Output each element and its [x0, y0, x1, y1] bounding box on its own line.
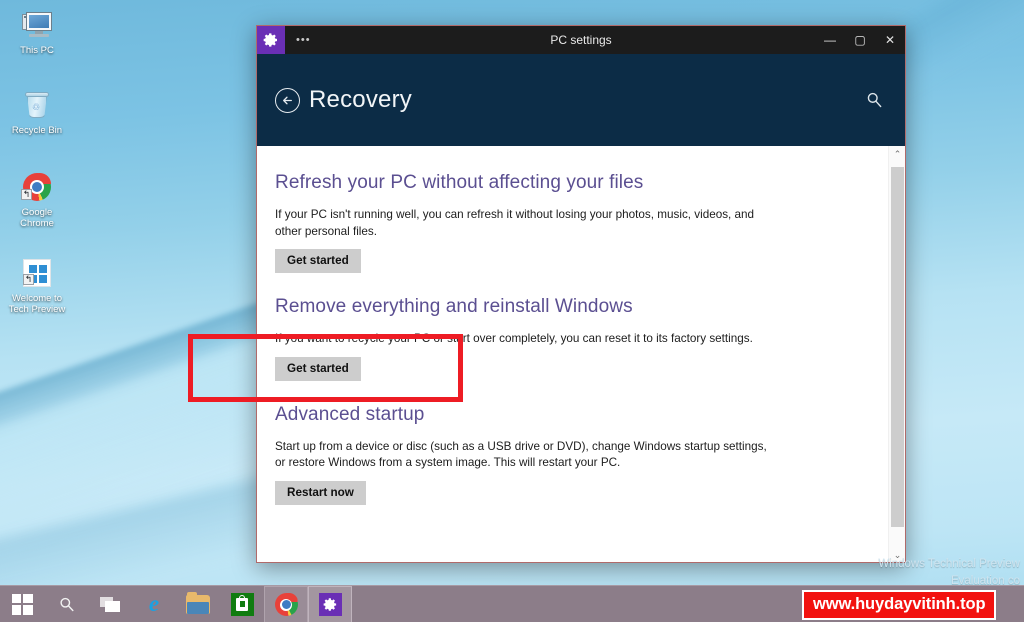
taskbar-pc-settings[interactable]	[308, 586, 352, 622]
section-heading: Advanced startup	[275, 403, 425, 425]
close-button[interactable]: ✕	[875, 26, 905, 54]
taskbar-file-explorer[interactable]	[176, 586, 220, 622]
window-controls[interactable]: — ▢ ✕	[815, 26, 905, 54]
section-description: If you want to recycle your PC or start …	[275, 332, 753, 345]
desktop-icon-label: Google Chrome	[20, 207, 54, 229]
window-title-bar[interactable]: ••• PC settings — ▢ ✕	[257, 26, 905, 54]
section-remove-everything: Remove everything and reinstall Windows …	[275, 296, 888, 381]
windows-start-icon	[11, 593, 33, 615]
task-view-button[interactable]	[88, 586, 132, 622]
desktop-icon-google-chrome[interactable]: ↰ Google Chrome	[4, 170, 70, 229]
scroll-up-icon[interactable]: ⌃	[889, 146, 905, 163]
content-scrollbar[interactable]: ⌃ ⌄	[888, 146, 905, 562]
search-icon	[59, 597, 74, 611]
recovery-options-list: Refresh your PC without affecting your f…	[257, 146, 888, 562]
maximize-button[interactable]: ▢	[845, 26, 875, 54]
computer-icon	[4, 8, 70, 42]
folder-icon	[186, 591, 210, 614]
app-header: Recovery	[257, 54, 905, 146]
store-bag-icon	[230, 592, 254, 616]
reset-get-started-button[interactable]: Get started	[275, 356, 361, 381]
shortcut-arrow-icon: ↰	[23, 274, 34, 285]
taskbar-store[interactable]	[220, 586, 264, 622]
watermark-line-1: Windows Technical Preview	[878, 558, 1020, 570]
back-arrow-icon[interactable]	[275, 87, 300, 113]
settings-body: Refresh your PC without affecting your f…	[257, 146, 905, 562]
refresh-get-started-button[interactable]: Get started	[275, 249, 361, 273]
chrome-icon: ↰	[4, 170, 70, 204]
page-title: Recovery	[309, 86, 412, 113]
pc-settings-window[interactable]: ••• PC settings — ▢ ✕ Recovery Refresh y…	[256, 25, 906, 563]
restart-now-button[interactable]: Restart now	[275, 480, 366, 505]
windows-flag-icon: ↰	[4, 256, 70, 290]
recycle-bin-icon: ♲	[4, 88, 70, 122]
desktop-icon-label: Recycle Bin	[11, 125, 63, 136]
desktop-icon-this-pc[interactable]: This PC	[4, 8, 70, 56]
section-description: If your PC isn't running well, you can r…	[275, 208, 755, 238]
window-menu-dots[interactable]: •••	[296, 35, 311, 46]
section-heading: Remove everything and reinstall Windows	[275, 296, 633, 317]
site-watermark-banner: www.huydayvitinh.top	[802, 590, 997, 620]
desktop-icon-label: Welcome to Tech Preview	[8, 293, 66, 315]
taskbar-google-chrome[interactable]	[264, 586, 308, 622]
section-refresh-pc: Refresh your PC without affecting your f…	[275, 172, 888, 273]
start-button[interactable]	[0, 586, 44, 622]
section-heading: Refresh your PC without affecting your f…	[275, 172, 644, 193]
taskbar-internet-explorer[interactable]: e	[132, 586, 176, 622]
section-description: Start up from a device or disc (such as …	[275, 439, 767, 470]
search-icon[interactable]	[864, 90, 884, 110]
scrollbar-thumb[interactable]	[891, 167, 904, 527]
desktop-icon-recycle-bin[interactable]: ♲ Recycle Bin	[4, 88, 70, 136]
internet-explorer-icon: e	[148, 591, 160, 616]
taskbar-search-button[interactable]	[44, 586, 88, 622]
minimize-button[interactable]: —	[815, 26, 845, 54]
gear-icon	[318, 593, 342, 616]
section-advanced-startup: Advanced startup Start up from a device …	[275, 404, 888, 505]
scrollbar-track[interactable]	[889, 163, 905, 547]
shortcut-arrow-icon: ↰	[21, 189, 32, 200]
chrome-icon	[274, 593, 298, 616]
desktop-icon-welcome-to-tech-preview[interactable]: ↰ Welcome to Tech Preview	[4, 256, 70, 315]
desktop-icon-label: This PC	[20, 45, 54, 56]
window-title: PC settings	[550, 33, 612, 47]
task-view-icon	[100, 596, 120, 612]
gear-icon	[257, 26, 285, 54]
